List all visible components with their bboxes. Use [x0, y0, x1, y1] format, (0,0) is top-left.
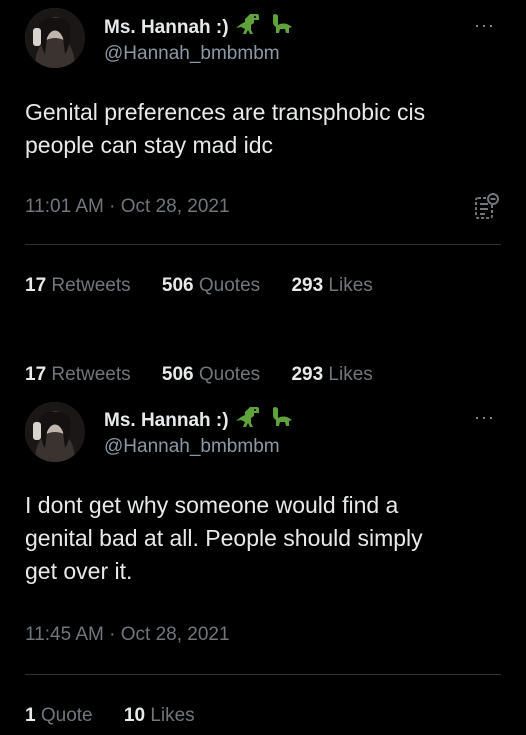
tweet-card-1: Ms. Hannah :) @Hannah_bmbmbm ··· Genital…: [0, 0, 526, 318]
retweets-count[interactable]: 17 Retweets: [25, 364, 131, 385]
tweet-text-line: people can stay mad idc: [25, 132, 274, 158]
likes-count[interactable]: 293 Likes: [291, 364, 372, 385]
engagement-stats: 17 Retweets 506 Quotes 293 Likes: [25, 275, 399, 297]
more-options-icon[interactable]: ···: [474, 408, 495, 426]
notes-icon[interactable]: [473, 192, 501, 222]
display-name[interactable]: Ms. Hannah :): [104, 11, 295, 39]
likes-count[interactable]: 293 Likes: [291, 275, 372, 296]
more-options-icon[interactable]: ···: [474, 16, 495, 34]
quotes-count[interactable]: 506 Quotes: [162, 275, 260, 296]
panel-separator: [0, 318, 526, 346]
quotes-count[interactable]: 506 Quotes: [162, 364, 260, 385]
avatar[interactable]: [25, 402, 85, 462]
timestamp[interactable]: 11:01 AM · Oct 28, 2021: [25, 196, 230, 218]
engagement-stats: 1 Quote 10 Likes: [25, 705, 221, 727]
tweet-card-2: 17 Retweets 506 Quotes 293 Likes Ms. Han…: [0, 346, 526, 735]
tweet-text: Genital preferences are transphobic cis …: [25, 96, 425, 162]
sauropod-icon: [273, 407, 293, 426]
likes-count[interactable]: 10 Likes: [124, 705, 195, 726]
divider: [25, 244, 501, 245]
display-name[interactable]: Ms. Hannah :): [104, 404, 295, 432]
tweet-text-line: get over it.: [25, 558, 133, 584]
avatar-photo: [25, 402, 85, 462]
quotes-count[interactable]: 1 Quote: [25, 705, 93, 726]
timestamp[interactable]: 11:45 AM · Oct 28, 2021: [25, 624, 230, 646]
username-handle[interactable]: @Hannah_bmbmbm: [104, 436, 280, 458]
t-rex-icon: [235, 14, 259, 34]
tweet-text-line: genital bad at all. People should simply: [25, 525, 423, 551]
tweet-text: I dont get why someone would find a geni…: [25, 489, 423, 588]
tweet-text-line: Genital preferences are transphobic cis: [25, 99, 426, 125]
avatar[interactable]: [25, 8, 85, 68]
engagement-stats-overlap: 17 Retweets 506 Quotes 293 Likes: [25, 364, 399, 386]
avatar-photo: [25, 8, 85, 68]
t-rex-icon: [235, 407, 259, 427]
username-handle[interactable]: @Hannah_bmbmbm: [104, 43, 280, 65]
retweets-count[interactable]: 17 Retweets: [25, 275, 131, 296]
tweet-text-line: I dont get why someone would find a: [25, 492, 399, 518]
sauropod-icon: [273, 14, 293, 33]
divider: [25, 674, 501, 675]
